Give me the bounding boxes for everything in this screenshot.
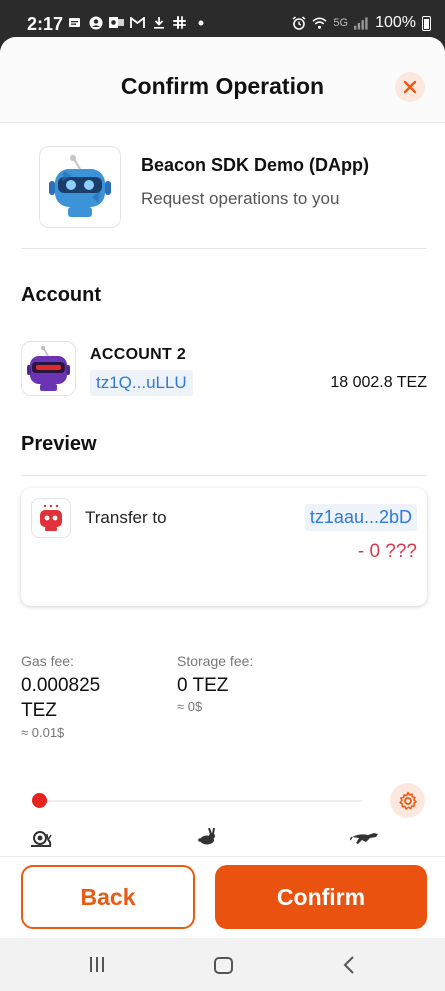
storage-fee-label: Storage fee: <box>177 653 254 669</box>
notification-icons <box>67 15 208 30</box>
network-type: 5G <box>333 17 349 29</box>
confirm-operation-sheet: Confirm Operation Beacon SDK Demo (DApp)… <box>0 37 445 937</box>
battery-percent: 100% <box>375 14 416 31</box>
account-robot-icon <box>27 346 70 391</box>
divider <box>21 475 427 476</box>
gmail-icon <box>130 15 145 30</box>
back-button[interactable]: Back <box>21 865 195 929</box>
gas-fee-label: Gas fee: <box>21 653 74 669</box>
dapp-avatar <box>39 146 121 228</box>
status-time: 2:17 <box>27 14 64 34</box>
transfer-amount: - 0 ??? <box>357 541 417 562</box>
gas-fee-approx: ≈ 0.01$ <box>21 725 65 740</box>
wifi-icon <box>312 16 327 31</box>
recents-button[interactable] <box>90 957 104 972</box>
rabbit-icon[interactable] <box>197 827 217 851</box>
dot-icon <box>193 15 208 30</box>
battery-icon <box>422 15 431 31</box>
recipient-address[interactable]: tz1aau...2bD <box>304 504 417 531</box>
storage-fee-approx: ≈ 0$ <box>177 699 203 714</box>
dapp-subtitle: Request operations to you <box>141 189 340 208</box>
recents-icon <box>90 957 92 972</box>
storage-fee-value: 0 TEZ <box>177 675 229 696</box>
account-section-title: Account <box>21 284 101 306</box>
page-title: Confirm Operation <box>120 73 325 99</box>
close-button[interactable] <box>395 72 425 102</box>
fee-speed-slider[interactable] <box>39 800 362 802</box>
account-icon <box>88 15 103 30</box>
fee-speed-slider-thumb[interactable] <box>32 793 47 808</box>
divider <box>21 248 427 249</box>
dapp-name: Beacon SDK Demo (DApp) <box>141 155 370 175</box>
chevron-left-icon <box>343 956 354 974</box>
gas-fee-unit: TEZ <box>21 700 57 721</box>
signal-icon <box>354 16 369 31</box>
status-right: 5G 100% <box>291 14 431 32</box>
snail-icon[interactable] <box>30 828 52 853</box>
gear-icon <box>398 791 417 810</box>
transfer-label: Transfer to <box>85 508 167 527</box>
outlook-icon <box>109 15 124 30</box>
close-icon <box>403 80 417 94</box>
account-name: ACCOUNT 2 <box>90 346 187 363</box>
home-button[interactable] <box>214 957 233 974</box>
download-icon <box>151 15 166 30</box>
confirm-button[interactable]: Confirm <box>215 865 427 929</box>
slack-icon <box>172 15 187 30</box>
message-icon <box>67 15 82 30</box>
cheetah-icon[interactable] <box>349 828 380 851</box>
gas-fee-amount: 0.000825 <box>21 675 101 696</box>
account-avatar <box>21 341 76 396</box>
preview-section-title: Preview <box>21 433 97 455</box>
gas-fee-value: 0.000825 TEZ <box>21 673 100 723</box>
transfer-robot-icon <box>31 498 71 538</box>
operation-preview-card: Transfer to tz1aau...2bD - 0 ??? <box>21 488 427 606</box>
action-bar: Back Confirm <box>0 856 445 938</box>
account-address[interactable]: tz1Q...uLLU <box>90 370 193 396</box>
alarm-icon <box>291 16 306 31</box>
sheet-header: Confirm Operation <box>0 37 445 123</box>
system-navigation-bar <box>0 938 445 991</box>
back-nav-button[interactable] <box>343 955 355 980</box>
fee-settings-button[interactable] <box>390 783 425 818</box>
robot-avatar-icon <box>49 155 111 217</box>
account-balance: 18 002.8 TEZ <box>330 374 427 391</box>
